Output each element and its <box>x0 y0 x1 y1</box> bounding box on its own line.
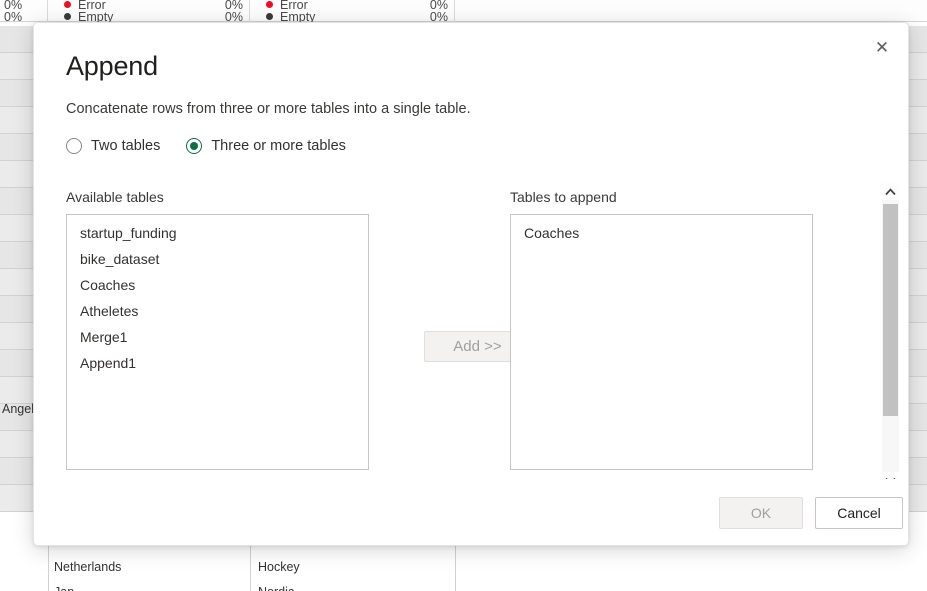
scrollbar-track[interactable] <box>882 200 899 472</box>
dialog-title: Append <box>66 51 158 81</box>
screen-root: 0% 0% Error 0% Empty 0% Error 0% Empty 0… <box>0 0 927 591</box>
grid-cell: Jan <box>54 585 74 591</box>
quality-row: 0% <box>0 10 47 24</box>
quality-column: Error 0% Empty 0% <box>250 0 455 24</box>
append-mode-radio-group: Two tables Three or more tables <box>66 138 346 154</box>
available-tables-label: Available tables <box>66 189 164 205</box>
quality-row: Empty 0% <box>48 10 249 24</box>
radio-three-or-more-tables[interactable]: Three or more tables <box>186 138 346 154</box>
tables-to-append-label: Tables to append <box>510 189 617 205</box>
quality-row: Error 0% <box>48 0 249 12</box>
ok-button[interactable]: OK <box>719 497 803 529</box>
dialog-scrollbar[interactable] <box>882 183 899 489</box>
list-item[interactable]: Coaches <box>67 272 368 298</box>
grid-cell: Netherlands <box>54 560 122 574</box>
available-tables-listbox[interactable]: startup_funding bike_dataset Coaches Ath… <box>66 214 369 470</box>
grid-cell: Angel <box>2 402 34 416</box>
list-item[interactable]: Append1 <box>67 350 368 376</box>
grid-cell: Nordic <box>258 585 294 591</box>
error-dot-icon <box>266 1 273 8</box>
tables-to-append-listbox[interactable]: Coaches <box>510 214 813 470</box>
close-icon[interactable]: ✕ <box>866 31 898 63</box>
list-item[interactable]: Merge1 <box>67 324 368 350</box>
radio-mark-icon <box>66 138 82 154</box>
dialog-description: Concatenate rows from three or more tabl… <box>66 101 471 117</box>
quality-row: 0% <box>0 0 47 12</box>
radio-label: Three or more tables <box>211 138 346 154</box>
empty-dot-icon <box>64 13 71 20</box>
quality-column: 0% 0% <box>0 0 48 24</box>
list-item[interactable]: Atheletes <box>67 298 368 324</box>
list-item[interactable]: Coaches <box>511 220 812 246</box>
dialog-footer: OK Cancel <box>34 479 908 545</box>
empty-dot-icon <box>266 13 273 20</box>
column-quality-bar: 0% 0% Error 0% Empty 0% Error 0% Empty 0… <box>0 0 927 24</box>
quality-row: Error 0% <box>250 0 454 12</box>
scrollbar-thumb[interactable] <box>883 204 898 416</box>
grid-cell: Hockey <box>258 560 300 574</box>
error-dot-icon <box>64 1 71 8</box>
radio-label: Two tables <box>91 138 161 154</box>
radio-mark-icon <box>186 138 203 154</box>
cancel-button[interactable]: Cancel <box>815 497 903 529</box>
quality-column: Error 0% Empty 0% <box>48 0 250 24</box>
append-dialog: ✕ Append Concatenate rows from three or … <box>33 22 909 546</box>
scroll-up-icon[interactable] <box>882 183 899 200</box>
quality-row: Empty 0% <box>250 10 454 24</box>
list-item[interactable]: bike_dataset <box>67 246 368 272</box>
list-item[interactable]: startup_funding <box>67 220 368 246</box>
radio-two-tables[interactable]: Two tables <box>66 138 160 154</box>
